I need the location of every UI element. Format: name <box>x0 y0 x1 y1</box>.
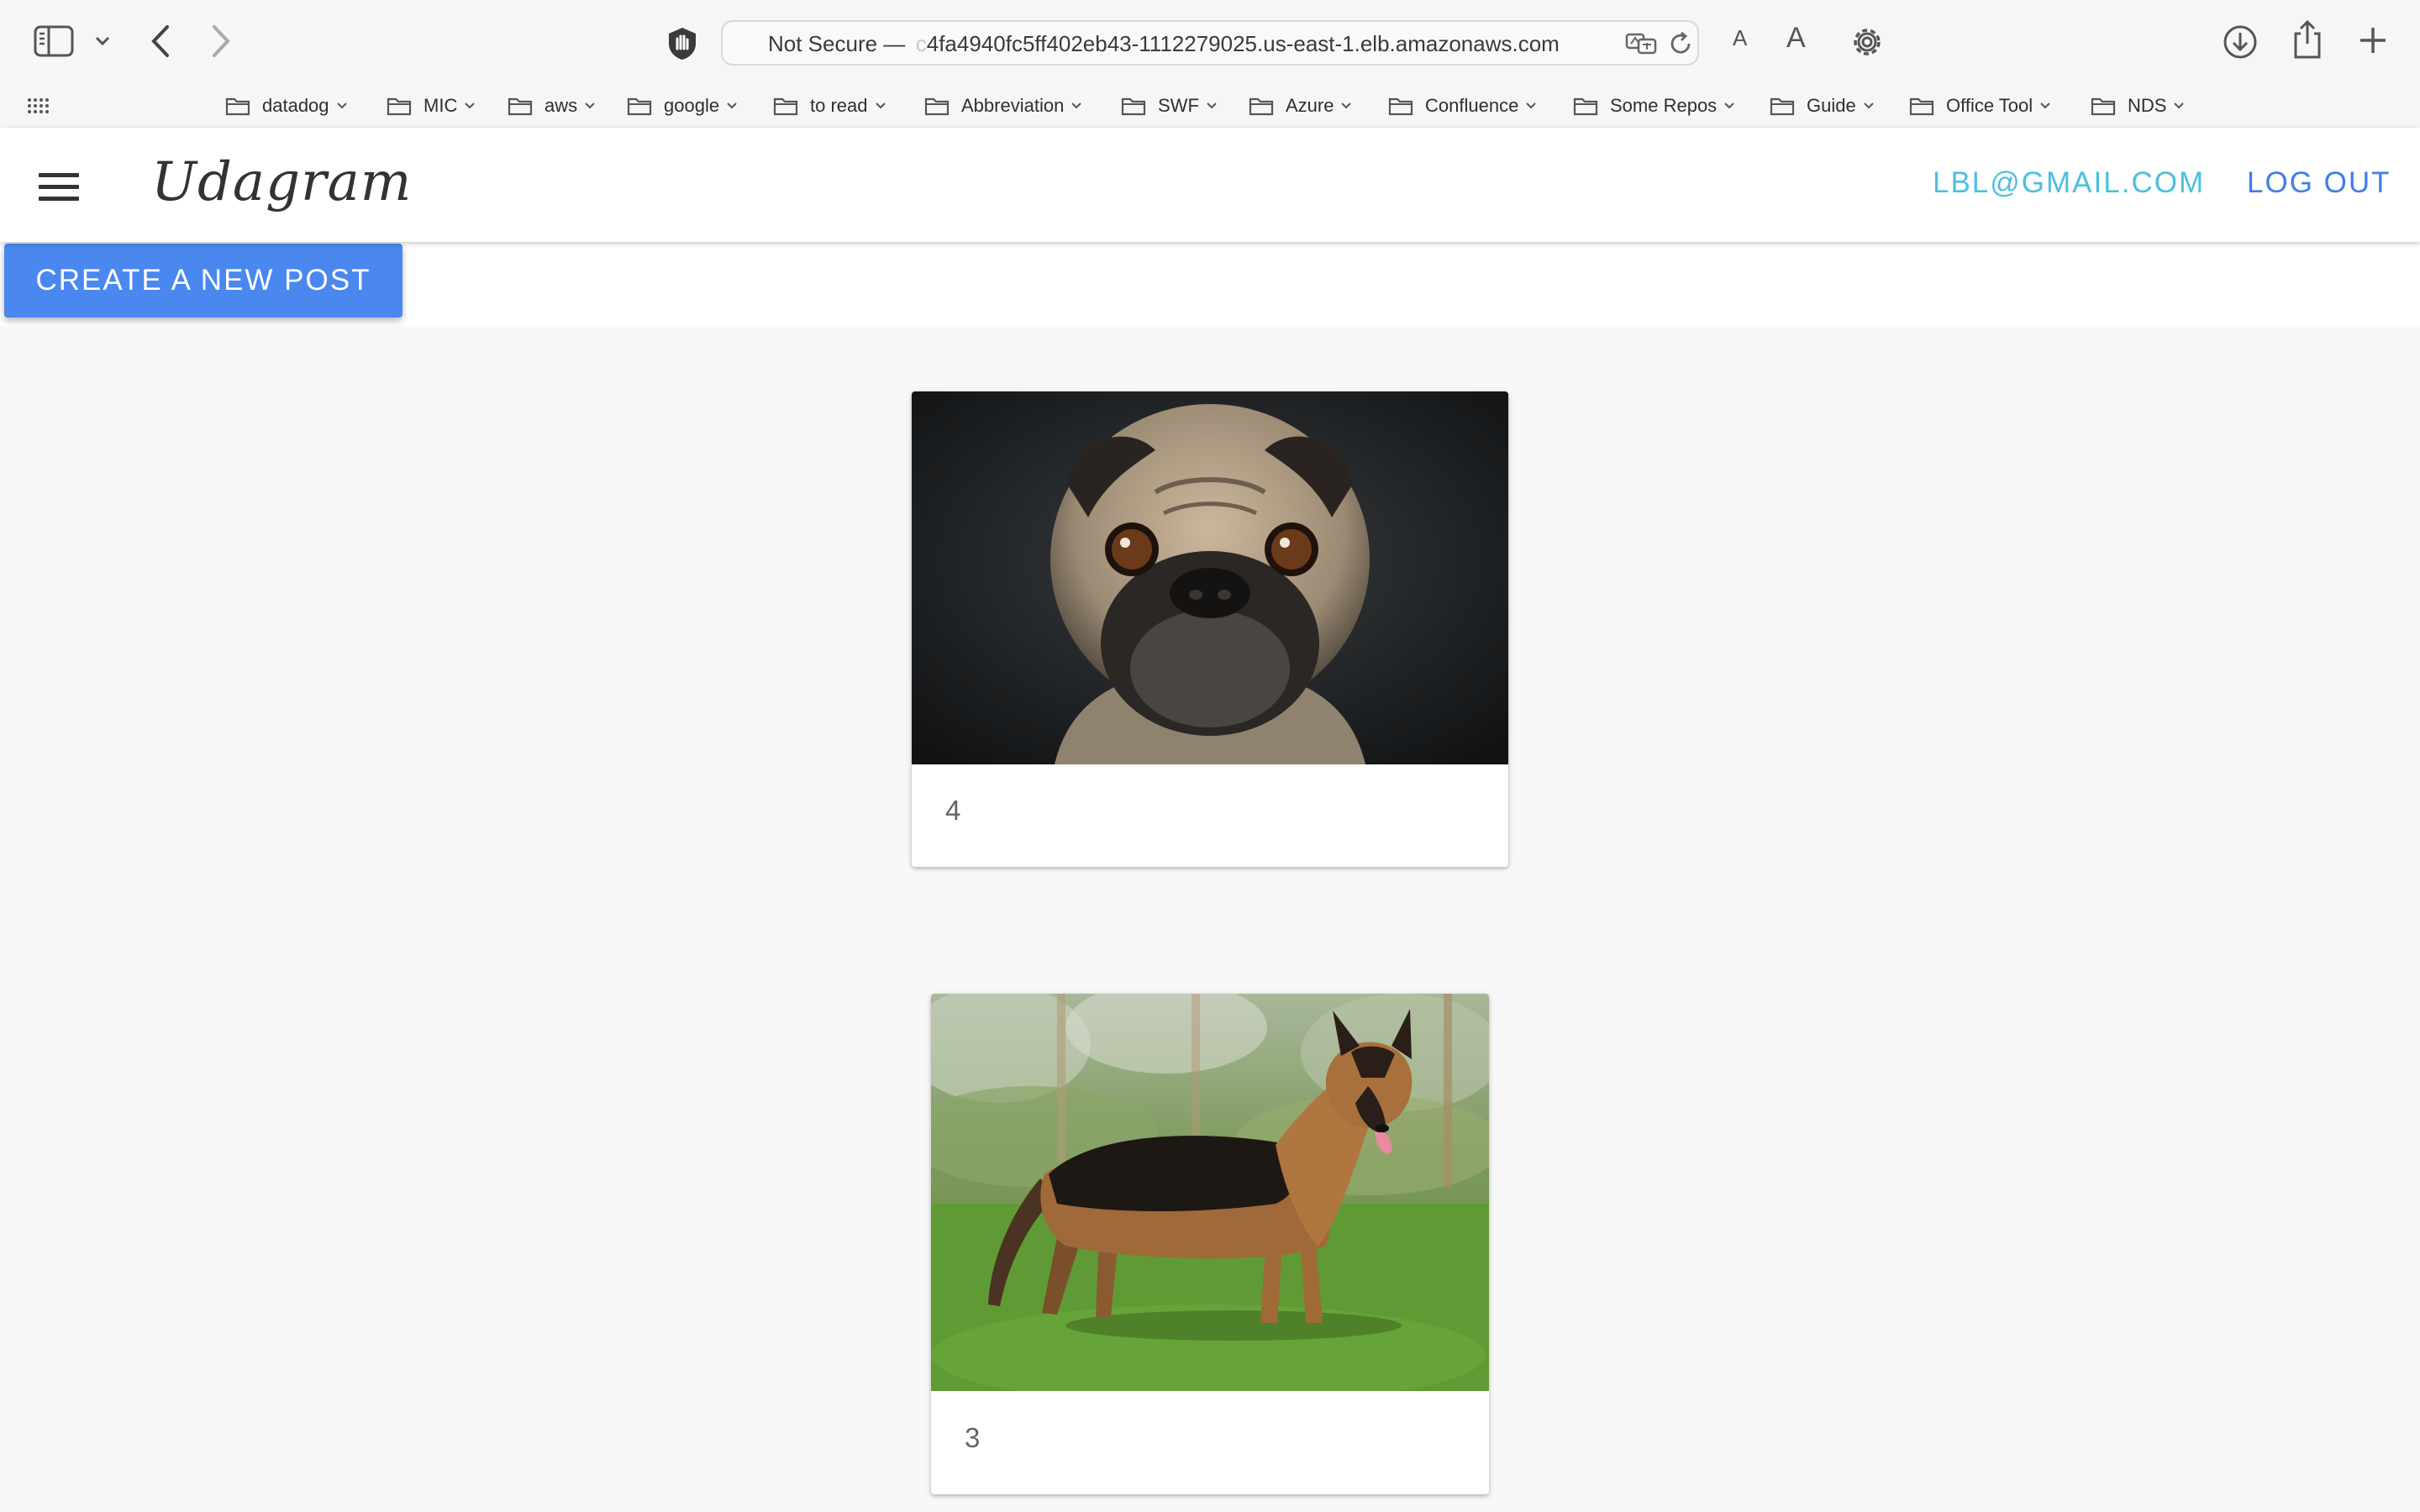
text-smaller-button[interactable]: A <box>1733 25 1747 51</box>
chevron-down-icon <box>1864 102 1874 109</box>
chevron-down-icon <box>2040 102 2050 109</box>
chevron-down-icon <box>1341 102 1352 109</box>
chevron-down-icon <box>875 102 886 109</box>
bookmark-folder[interactable]: MIC <box>387 84 476 128</box>
feed-card[interactable]: 4 <box>912 391 1508 867</box>
bookmark-folder[interactable]: aws <box>508 84 596 128</box>
url-host: 4fa4940fc5ff402eb43-1112279025.us-east-1… <box>926 31 1560 56</box>
share-icon[interactable] <box>2291 18 2324 60</box>
chevron-down-icon <box>1724 102 1734 109</box>
bookmark-label: MIC <box>424 95 458 116</box>
bookmark-label: aws <box>544 95 578 116</box>
folder-icon <box>387 97 412 116</box>
bookmark-folder[interactable]: Office Tool <box>1909 84 2051 128</box>
download-icon[interactable] <box>2222 24 2259 60</box>
bookmark-folder[interactable]: Abbreviation <box>924 84 1082 128</box>
bookmark-label: Some Repos <box>1610 95 1718 116</box>
gear-icon[interactable] <box>1849 24 1886 60</box>
sidebar-icon[interactable] <box>34 25 74 57</box>
folder-icon <box>1388 97 1413 116</box>
folder-icon <box>225 97 250 116</box>
bookmark-folder[interactable]: Azure <box>1249 84 1352 128</box>
folder-icon <box>1909 97 1934 116</box>
user-email-link[interactable]: LBL@GMAIL.COM <box>1933 166 2205 200</box>
pug-photo <box>912 391 1508 764</box>
bookmark-label: SWF <box>1158 95 1199 116</box>
address-bar[interactable]: Not Secure — c4fa4940fc5ff402eb43-111227… <box>721 20 1699 66</box>
bookmark-label: datadog <box>262 95 329 116</box>
bookmark-label: Confluence <box>1425 95 1519 116</box>
bookmark-folder[interactable]: Confluence <box>1388 84 1537 128</box>
folder-icon <box>627 97 652 116</box>
forward-icon[interactable] <box>210 24 232 59</box>
folder-icon <box>1121 97 1146 116</box>
folder-icon <box>1573 97 1598 116</box>
bookmark-folder[interactable]: Some Repos <box>1573 84 1735 128</box>
apps-grid-icon[interactable] <box>27 97 49 114</box>
bookmark-folder[interactable]: datadog <box>225 84 348 128</box>
bookmark-label: to read <box>810 95 868 116</box>
menu-icon[interactable] <box>39 173 79 202</box>
browser-toolbar: Not Secure — c4fa4940fc5ff402eb43-111227… <box>0 0 2420 84</box>
folder-icon <box>508 97 533 116</box>
new-tab-icon[interactable] <box>2358 25 2388 55</box>
bookmark-label: Office Tool <box>1946 95 2033 116</box>
url-text: Not Secure — c4fa4940fc5ff402eb43-111227… <box>768 22 1560 64</box>
create-post-bar: CREATE A NEW POST <box>0 242 2420 326</box>
url-faded-part: c <box>911 31 927 56</box>
folder-icon <box>924 97 950 116</box>
feed-card[interactable]: 3 <box>931 994 1489 1494</box>
text-larger-button[interactable]: A <box>1786 22 1806 55</box>
bookmark-label: Azure <box>1286 95 1334 116</box>
bookmark-folder[interactable]: to read <box>773 84 886 128</box>
chevron-down-icon <box>1526 102 1537 109</box>
folder-icon <box>1770 97 1795 116</box>
security-status: Not Secure — <box>768 31 906 56</box>
post-caption: 3 <box>965 1422 981 1453</box>
bookmark-folder[interactable]: SWF <box>1121 84 1218 128</box>
folder-icon <box>2091 97 2116 116</box>
logout-button[interactable]: LOG OUT <box>2247 166 2391 200</box>
translate-icon[interactable] <box>1625 32 1659 55</box>
bookmark-label: NDS <box>2128 95 2167 116</box>
app-header: Udagram LBL@GMAIL.COM LOG OUT <box>0 128 2420 242</box>
folder-icon <box>1249 97 1274 116</box>
bookmarks-bar: datadog MIC aws google to read Abbreviation SW… <box>0 84 2420 129</box>
bookmark-folder[interactable]: google <box>627 84 738 128</box>
chevron-down-icon <box>585 102 595 109</box>
folder-icon <box>773 97 798 116</box>
chevron-down-icon <box>336 102 347 109</box>
app-logo[interactable]: Udagram <box>151 151 412 213</box>
post-caption: 4 <box>945 795 961 826</box>
chevron-down-icon[interactable] <box>94 35 111 47</box>
back-icon[interactable] <box>150 24 171 59</box>
create-post-button[interactable]: CREATE A NEW POST <box>4 244 402 318</box>
chevron-down-icon <box>1207 102 1217 109</box>
bookmark-label: google <box>664 95 720 116</box>
reload-icon[interactable] <box>1667 30 1694 57</box>
chevron-down-icon <box>727 102 737 109</box>
privacy-shield-icon[interactable] <box>664 25 701 62</box>
bookmark-folder[interactable]: Guide <box>1770 84 1875 128</box>
chevron-down-icon <box>1071 102 1082 109</box>
bookmark-folder[interactable]: NDS <box>2091 84 2185 128</box>
bookmark-label: Guide <box>1807 95 1856 116</box>
bookmark-label: Abbreviation <box>961 95 1065 116</box>
chevron-down-icon <box>2174 102 2185 109</box>
chevron-down-icon <box>465 102 476 109</box>
german-shepherd-photo <box>931 994 1489 1391</box>
